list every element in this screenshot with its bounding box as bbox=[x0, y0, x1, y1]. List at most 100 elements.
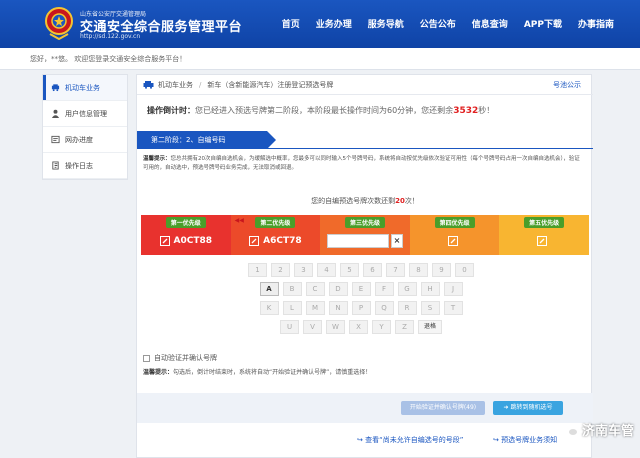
key-q[interactable]: Q bbox=[375, 301, 394, 315]
key-r[interactable]: R bbox=[398, 301, 417, 315]
sidebar-item-vehicle[interactable]: 机动车业务 bbox=[43, 75, 127, 101]
auto-verify-checkbox[interactable] bbox=[143, 355, 150, 362]
key-a[interactable]: A bbox=[260, 282, 279, 296]
tip-label: 温馨提示： bbox=[143, 156, 171, 162]
sidebar-item-user-info[interactable]: 用户信息管理 bbox=[43, 101, 127, 127]
countdown-unit: 秒！ bbox=[478, 106, 494, 115]
site-url: http://sd.122.gov.cn bbox=[80, 33, 140, 40]
plate-slot-2[interactable]: ◀◀ 第二优先级 A6CT78 bbox=[231, 215, 321, 255]
clear-icon[interactable]: × bbox=[391, 234, 403, 248]
key-f[interactable]: F bbox=[375, 282, 394, 296]
stage-tab: 第二阶段：2、自编号码 bbox=[137, 131, 267, 149]
sidebar-item-label: 操作日志 bbox=[65, 161, 93, 171]
countdown-label: 操作倒计时： bbox=[147, 106, 195, 115]
key-3[interactable]: 3 bbox=[294, 263, 313, 277]
countdown: 操作倒计时：您已经进入预选号牌第二阶段，本阶段最长操作时间为60分钟，您还剩余3… bbox=[147, 105, 494, 116]
keyboard-row: 1234567890 bbox=[241, 263, 481, 277]
backspace-button[interactable]: 退格 bbox=[418, 320, 442, 334]
key-x[interactable]: X bbox=[349, 320, 368, 334]
edit-icon bbox=[448, 236, 458, 246]
link-text: 预选号牌业务须知 bbox=[501, 436, 557, 444]
sidebar-item-progress[interactable]: 网办进度 bbox=[43, 127, 127, 153]
key-w[interactable]: W bbox=[326, 320, 345, 334]
key-4[interactable]: 4 bbox=[317, 263, 336, 277]
plate-slot-5[interactable]: 第五优先级 bbox=[499, 215, 589, 255]
countdown-text: 您已经进入预选号牌第二阶段，本阶段最长操作时间为60分钟，您还剩余 bbox=[195, 106, 453, 115]
breadcrumb-section[interactable]: 机动车业务 bbox=[158, 80, 193, 90]
pool-notice-link[interactable]: 号池公示 bbox=[553, 80, 581, 90]
key-9[interactable]: 9 bbox=[432, 263, 451, 277]
business-notice-link[interactable]: ↪ 预选号牌业务须知 bbox=[493, 435, 557, 445]
verify-confirm-button[interactable]: 开始验证并确认号牌(49) bbox=[401, 401, 485, 415]
tip-warning: 温馨提示：勾选后，倒计时结束时，系统将自动“开始验证并确认号牌”，请慎重选择！ bbox=[143, 367, 371, 376]
plate-input[interactable] bbox=[327, 234, 389, 248]
key-h[interactable]: H bbox=[421, 282, 440, 296]
nav-business[interactable]: 业务办理 bbox=[308, 17, 360, 30]
plate-input-box: × bbox=[320, 227, 410, 255]
nav-service[interactable]: 服务导航 bbox=[360, 17, 412, 30]
plate-value-box[interactable] bbox=[410, 227, 500, 255]
breadcrumb-separator: / bbox=[199, 81, 201, 89]
key-j[interactable]: J bbox=[444, 282, 463, 296]
sidebar-item-log[interactable]: 操作日志 bbox=[43, 153, 127, 179]
keyboard-row: ABCDEFGHJ bbox=[241, 282, 481, 296]
plate-value-box[interactable] bbox=[499, 227, 589, 255]
switch-random-button[interactable]: ➜ 跳转到随机选号 bbox=[493, 401, 563, 415]
edit-icon bbox=[537, 236, 547, 246]
key-m[interactable]: M bbox=[306, 301, 325, 315]
sidebar-item-label: 机动车业务 bbox=[65, 83, 100, 93]
restricted-segments-link[interactable]: ↪ 查看“尚未允许自编选号的号段” bbox=[357, 435, 463, 445]
key-5[interactable]: 5 bbox=[340, 263, 359, 277]
plate-keyboard: 1234567890 ABCDEFGHJ KLMNPQRST UVWXYZ 退格 bbox=[241, 263, 481, 339]
plate-value-box[interactable]: A6CT78 bbox=[231, 227, 321, 255]
plate-slot-1[interactable]: 第一优先级 A0CT88 bbox=[141, 215, 231, 255]
key-z[interactable]: Z bbox=[395, 320, 414, 334]
tip-text: 您总共拥有20次自编自选机会，为缓解选中概率，您最多可以同时输入5个号牌号码，系… bbox=[143, 156, 580, 171]
key-2[interactable]: 2 bbox=[271, 263, 290, 277]
key-b[interactable]: B bbox=[283, 282, 302, 296]
plate-slot-3[interactable]: 第三优先级 × bbox=[320, 215, 410, 255]
key-1[interactable]: 1 bbox=[248, 263, 267, 277]
nav-query[interactable]: 信息查询 bbox=[464, 17, 516, 30]
link-icon: ↪ bbox=[357, 436, 365, 444]
arrow-left-icon: ◀◀ bbox=[235, 217, 244, 224]
keyboard-row: UVWXYZ 退格 bbox=[241, 320, 481, 334]
key-l[interactable]: L bbox=[283, 301, 302, 315]
key-d[interactable]: D bbox=[329, 282, 348, 296]
key-v[interactable]: V bbox=[303, 320, 322, 334]
auto-verify-option[interactable]: 自动验证并确认号牌 bbox=[143, 353, 217, 363]
plate-value-box[interactable]: A0CT88 bbox=[141, 227, 231, 255]
link-icon: ↪ bbox=[493, 436, 501, 444]
key-u[interactable]: U bbox=[280, 320, 299, 334]
edit-icon bbox=[249, 236, 259, 246]
police-emblem-icon bbox=[44, 6, 74, 40]
remaining-value: 20 bbox=[395, 197, 405, 205]
key-6[interactable]: 6 bbox=[363, 263, 382, 277]
plate-slot-4[interactable]: 第四优先级 bbox=[410, 215, 500, 255]
key-8[interactable]: 8 bbox=[409, 263, 428, 277]
key-c[interactable]: C bbox=[306, 282, 325, 296]
key-7[interactable]: 7 bbox=[386, 263, 405, 277]
key-s[interactable]: S bbox=[421, 301, 440, 315]
tip-text: 勾选后，倒计时结束时，系统将自动“开始验证并确认号牌”，请慎重选择！ bbox=[173, 369, 371, 376]
key-t[interactable]: T bbox=[444, 301, 463, 315]
key-k[interactable]: K bbox=[260, 301, 279, 315]
key-g[interactable]: G bbox=[398, 282, 417, 296]
nav-app[interactable]: APP下载 bbox=[516, 17, 570, 30]
nav-guide[interactable]: 办事指南 bbox=[570, 17, 622, 30]
key-y[interactable]: Y bbox=[372, 320, 391, 334]
plate-value: A0CT88 bbox=[174, 236, 213, 246]
edit-icon bbox=[160, 236, 170, 246]
remaining-count: 您的自编预选号牌次数还剩20次！ bbox=[137, 196, 593, 206]
car-icon bbox=[143, 80, 154, 89]
nav-home[interactable]: 首页 bbox=[274, 17, 308, 30]
plate-value: A6CT78 bbox=[263, 236, 302, 246]
watermark: 济南车管 bbox=[564, 420, 634, 439]
main-panel: 机动车业务 / 新车（含新能源汽车）注册登记预选号牌 号池公示 操作倒计时：您已… bbox=[136, 74, 592, 458]
key-0[interactable]: 0 bbox=[455, 263, 474, 277]
key-n[interactable]: N bbox=[329, 301, 348, 315]
key-p[interactable]: P bbox=[352, 301, 371, 315]
countdown-value: 3532 bbox=[453, 106, 478, 116]
nav-notice[interactable]: 公告公布 bbox=[412, 17, 464, 30]
key-e[interactable]: E bbox=[352, 282, 371, 296]
